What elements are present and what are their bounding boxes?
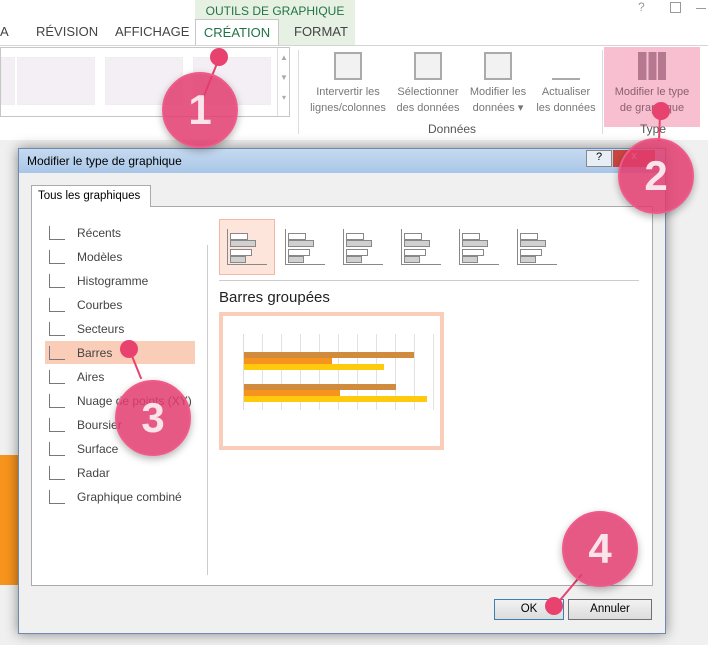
tab-divider (0, 45, 708, 46)
cancel-button[interactable]: Annuler (568, 599, 652, 620)
tab-a[interactable]: A (0, 24, 9, 39)
step-badge-4: 4 (562, 511, 638, 587)
select-data-icon (414, 52, 442, 80)
label: lignes/colonnes (310, 102, 386, 114)
label: Intervertir les (316, 86, 380, 98)
label: Modifier les (469, 86, 527, 98)
category-combo-chart[interactable]: Graphique combiné (45, 485, 195, 508)
help-button[interactable]: ? (638, 0, 645, 14)
group-label-type: Type (640, 122, 667, 136)
label: Modifier le type (614, 86, 690, 98)
bar-chart-icon (49, 345, 65, 360)
bar-subtype-icon (343, 229, 383, 265)
category-pie-chart[interactable]: Secteurs (45, 317, 195, 340)
divider (219, 280, 639, 281)
category-label: Aires (77, 369, 105, 384)
tab-format[interactable]: FORMAT (294, 24, 348, 39)
category-label: Barres (77, 345, 113, 360)
column-chart-icon (49, 273, 65, 288)
category-label: Graphique combiné (77, 489, 182, 504)
recent-icon (49, 225, 65, 240)
bar-subtype-option[interactable] (509, 219, 565, 275)
category-label: Modèles (77, 249, 123, 264)
category-label: Radar (77, 465, 110, 480)
area-chart-icon (49, 369, 65, 384)
callout-pin (545, 597, 563, 615)
category-label: Histogramme (77, 273, 149, 288)
bar-subtype-icon (459, 229, 499, 265)
refresh-data-icon (552, 52, 580, 80)
bar-subtype-icon (227, 229, 267, 265)
gallery-scroll[interactable]: ▲ ▼ ▾ (277, 48, 290, 116)
surface-chart-icon (49, 441, 65, 456)
pie-chart-icon (49, 321, 65, 336)
refresh-data-button[interactable]: Actualiser les données (532, 52, 600, 116)
category-label: Récents (77, 225, 122, 240)
folder-icon (49, 249, 65, 264)
callout-pin (120, 340, 138, 358)
tab-affichage[interactable]: AFFICHAGE (115, 24, 189, 39)
category-label: Courbes (77, 297, 123, 312)
tab-all-charts[interactable]: Tous les graphiques (31, 185, 151, 207)
minimize-icon[interactable] (696, 8, 706, 9)
divider (602, 50, 603, 134)
bar-subtype-option[interactable] (451, 219, 507, 275)
preview-bar (244, 364, 384, 370)
step-badge-3: 3 (115, 380, 191, 456)
category-folder[interactable]: Modèles (45, 245, 195, 268)
bar-subtype-option[interactable] (277, 219, 333, 275)
category-column-chart[interactable]: Histogramme (45, 269, 195, 292)
bar-subtype-option[interactable] (393, 219, 449, 275)
chart-bar-background (0, 455, 18, 585)
combo-chart-icon (49, 489, 65, 504)
category-line-chart[interactable]: Courbes (45, 293, 195, 316)
label: des données (396, 102, 460, 114)
bar-subtype-option[interactable] (219, 219, 275, 275)
edit-data-icon (484, 52, 512, 80)
category-label: Surface (77, 441, 119, 456)
tab-revision[interactable]: RÉVISION (36, 24, 98, 39)
preview-bar (244, 396, 427, 402)
change-chart-type-icon (638, 52, 666, 80)
switch-row-column-button[interactable]: Intervertir les lignes/colonnes (306, 52, 390, 116)
label: données ▾ (472, 102, 524, 114)
dialog-help-button[interactable]: ? (586, 150, 612, 167)
callout-pin (210, 48, 228, 66)
scatter-chart-icon (49, 393, 65, 408)
bar-subtype-icon (285, 229, 325, 265)
line-chart-icon (49, 297, 65, 312)
chart-styles-gallery: ▲ ▼ ▾ (0, 47, 290, 117)
ribbon-display-icon[interactable] (670, 2, 681, 13)
callout-pin (652, 102, 670, 120)
bar-subtype-icon (517, 229, 557, 265)
divider (298, 50, 299, 134)
select-data-button[interactable]: Sélectionner des données (392, 52, 464, 116)
category-label: Secteurs (77, 321, 125, 336)
label: Sélectionner (397, 86, 459, 98)
step-badge-1: 1 (162, 72, 238, 148)
dialog-title: Modifier le type de graphique (19, 149, 665, 173)
subtype-title: Barres groupées (219, 289, 330, 306)
chart-style-thumb[interactable] (17, 57, 95, 105)
tab-creation[interactable]: CRÉATION (195, 19, 279, 46)
context-title: OUTILS DE GRAPHIQUE (205, 4, 345, 18)
label: les données (536, 102, 596, 114)
radar-chart-icon (49, 465, 65, 480)
preview-plot (243, 334, 439, 410)
bar-subtype-icon (401, 229, 441, 265)
stock-chart-icon (49, 417, 65, 432)
divider (207, 245, 208, 575)
chart-preview (219, 312, 444, 450)
switch-row-column-icon (334, 52, 362, 80)
label: Actualiser (541, 86, 591, 98)
edit-data-button[interactable]: Modifier les données ▾ (464, 52, 532, 116)
group-label-data: Données (428, 122, 477, 136)
step-badge-2: 2 (618, 138, 694, 214)
category-radar-chart[interactable]: Radar (45, 461, 195, 484)
bar-subtype-option[interactable] (335, 219, 391, 275)
chart-style-thumb[interactable] (1, 57, 15, 105)
category-recent[interactable]: Récents (45, 221, 195, 244)
